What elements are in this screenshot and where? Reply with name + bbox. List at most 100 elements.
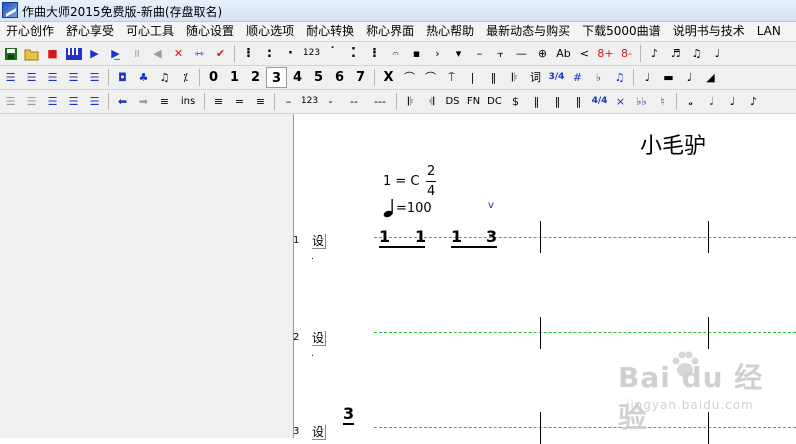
layout-icon-5[interactable]: ☰	[84, 67, 105, 88]
note-tail-icon[interactable]: ♩	[707, 43, 728, 64]
menu-interface[interactable]: 称心界面	[360, 22, 420, 41]
note[interactable]: 1	[451, 227, 462, 246]
line-setting-1[interactable]: 设	[312, 234, 327, 249]
double-dot-above-icon[interactable]: ⁚	[343, 43, 364, 64]
number-icon[interactable]: 123	[301, 43, 322, 64]
step-back-icon[interactable]: ◀	[147, 43, 168, 64]
layout-icon-4[interactable]: ☰	[63, 67, 84, 88]
dc-button[interactable]: DC	[484, 91, 505, 112]
digit-6-button[interactable]: 6	[329, 67, 350, 88]
note[interactable]: 3	[486, 227, 497, 246]
crescendo-icon[interactable]: <	[574, 43, 595, 64]
dash-icon[interactable]: –	[278, 91, 299, 112]
open-folder-icon[interactable]	[21, 43, 42, 64]
marcato-icon[interactable]: ▾	[448, 43, 469, 64]
double-flat-button[interactable]: ♭♭	[631, 91, 652, 112]
record-icon[interactable]: ■	[42, 43, 63, 64]
single-dot-icon[interactable]: ·	[280, 43, 301, 64]
ab-lyrics-button[interactable]: Ab	[553, 43, 574, 64]
whole-note-icon[interactable]: 𝅝	[680, 91, 701, 112]
triangle-note-icon[interactable]: ◢	[700, 67, 721, 88]
grace-icon[interactable]: ⫟	[490, 43, 511, 64]
menu-download-scores[interactable]: 下载5000曲谱	[576, 22, 667, 41]
bar-icon-2[interactable]: ‖	[547, 91, 568, 112]
time-signature-top[interactable]: 2	[427, 164, 435, 179]
layout-icon-3[interactable]: ☰	[42, 67, 63, 88]
accent-icon[interactable]: ›	[427, 43, 448, 64]
double-dot-icon[interactable]: :	[259, 43, 280, 64]
beamed-eighth-icon[interactable]: ♫	[154, 67, 175, 88]
play-icon[interactable]: ▶	[84, 43, 105, 64]
menu-help[interactable]: 热心帮助	[420, 22, 480, 41]
fine-button[interactable]: FN	[463, 91, 484, 112]
digit-7-button[interactable]: 7	[350, 67, 371, 88]
align-icon-5[interactable]: ☰	[84, 91, 105, 112]
menu-options[interactable]: 顺心选项	[240, 22, 300, 41]
time-signature-button[interactable]: 3/4	[546, 67, 567, 88]
layout-icon-1[interactable]: ☰	[0, 67, 21, 88]
menu-news-purchase[interactable]: 最新动态与购买	[480, 22, 576, 41]
arrow-left-icon[interactable]: ⬅	[112, 91, 133, 112]
single-dash-button[interactable]: -	[320, 91, 341, 112]
time-44-button[interactable]: 4/4	[589, 91, 610, 112]
save-icon[interactable]	[0, 43, 21, 64]
beamed-notes-icon[interactable]: ♫	[686, 43, 707, 64]
insert-button[interactable]: ins	[175, 91, 201, 112]
slur-icon[interactable]: ⌒	[420, 67, 441, 88]
lyrics-button[interactable]: 词	[525, 67, 546, 88]
rest-x-button[interactable]: X	[378, 67, 399, 88]
equals-icon[interactable]: ≡	[154, 91, 175, 112]
align-icon-3[interactable]: ☰	[42, 91, 63, 112]
triplet-icon[interactable]: ♫	[609, 67, 630, 88]
eighth-note-icon[interactable]: ♪	[644, 43, 665, 64]
align-icon-2[interactable]: ☰	[21, 91, 42, 112]
sixteenth-note-icon[interactable]: ♬	[665, 43, 686, 64]
segno-button[interactable]: $	[505, 91, 526, 112]
eighth-note-icon-2[interactable]: ♪	[743, 91, 764, 112]
half-note-icon[interactable]: 𝅗𝅥	[701, 91, 722, 112]
single-bar-icon[interactable]: |	[462, 67, 483, 88]
justify-icon-3[interactable]: ≡	[250, 91, 271, 112]
double-bar-icon[interactable]: ‖	[483, 67, 504, 88]
bar-icon-1[interactable]: ‖	[526, 91, 547, 112]
note[interactable]: 1	[415, 227, 426, 246]
sharp-button[interactable]: #	[567, 67, 588, 88]
key-signature[interactable]: 1 = C	[383, 174, 420, 189]
align-icon-4[interactable]: ☰	[63, 91, 84, 112]
note[interactable]: 1	[379, 227, 390, 246]
double-dash-button[interactable]: --	[341, 91, 367, 112]
play-from-cursor-icon[interactable]: ▶̲	[105, 43, 126, 64]
delete-icon[interactable]: ✕	[168, 43, 189, 64]
double-sharp-button[interactable]: ×	[610, 91, 631, 112]
song-title[interactable]: 小毛驴	[640, 128, 706, 160]
menu-enjoy[interactable]: 舒心享受	[60, 22, 120, 41]
quarter-note-icon-2[interactable]: ♩	[722, 91, 743, 112]
triple-dash-button[interactable]: ---	[367, 91, 393, 112]
repeat-bar-icon[interactable]: 𝄆	[504, 67, 525, 88]
note[interactable]: 3	[343, 404, 354, 423]
menu-settings[interactable]: 随心设置	[180, 22, 240, 41]
breath-icon[interactable]: ⍑	[441, 67, 462, 88]
number-small-button[interactable]: 123	[299, 91, 320, 112]
digit-0-button[interactable]: 0	[203, 67, 224, 88]
octave-down-button[interactable]: 8-	[616, 43, 637, 64]
tenuto-icon[interactable]: –	[469, 43, 490, 64]
dot-above-icon[interactable]: ˙	[322, 43, 343, 64]
repeat-measure-icon[interactable]: ⁒	[175, 67, 196, 88]
align-icon-1[interactable]: ☰	[0, 91, 21, 112]
target-icon[interactable]: ⊕	[532, 43, 553, 64]
fermata-icon[interactable]: 𝄐	[385, 43, 406, 64]
line-setting-2[interactable]: 设	[312, 331, 327, 346]
long-dash-icon[interactable]: —	[511, 43, 532, 64]
tie-icon[interactable]: ⌒	[399, 67, 420, 88]
digit-2-button[interactable]: 2	[245, 67, 266, 88]
quarter-note-alt-icon[interactable]: ♩	[679, 67, 700, 88]
whole-rest-icon[interactable]: ▬	[658, 67, 679, 88]
justify-icon-1[interactable]: ≡	[208, 91, 229, 112]
ds-button[interactable]: DS	[442, 91, 463, 112]
instrument-icon[interactable]: ♣	[133, 67, 154, 88]
time-signature-bottom[interactable]: 4	[427, 184, 435, 199]
menu-manual[interactable]: 说明书与技术	[667, 22, 751, 41]
menu-tools[interactable]: 可心工具	[120, 22, 180, 41]
bar-icon-3[interactable]: ‖	[568, 91, 589, 112]
